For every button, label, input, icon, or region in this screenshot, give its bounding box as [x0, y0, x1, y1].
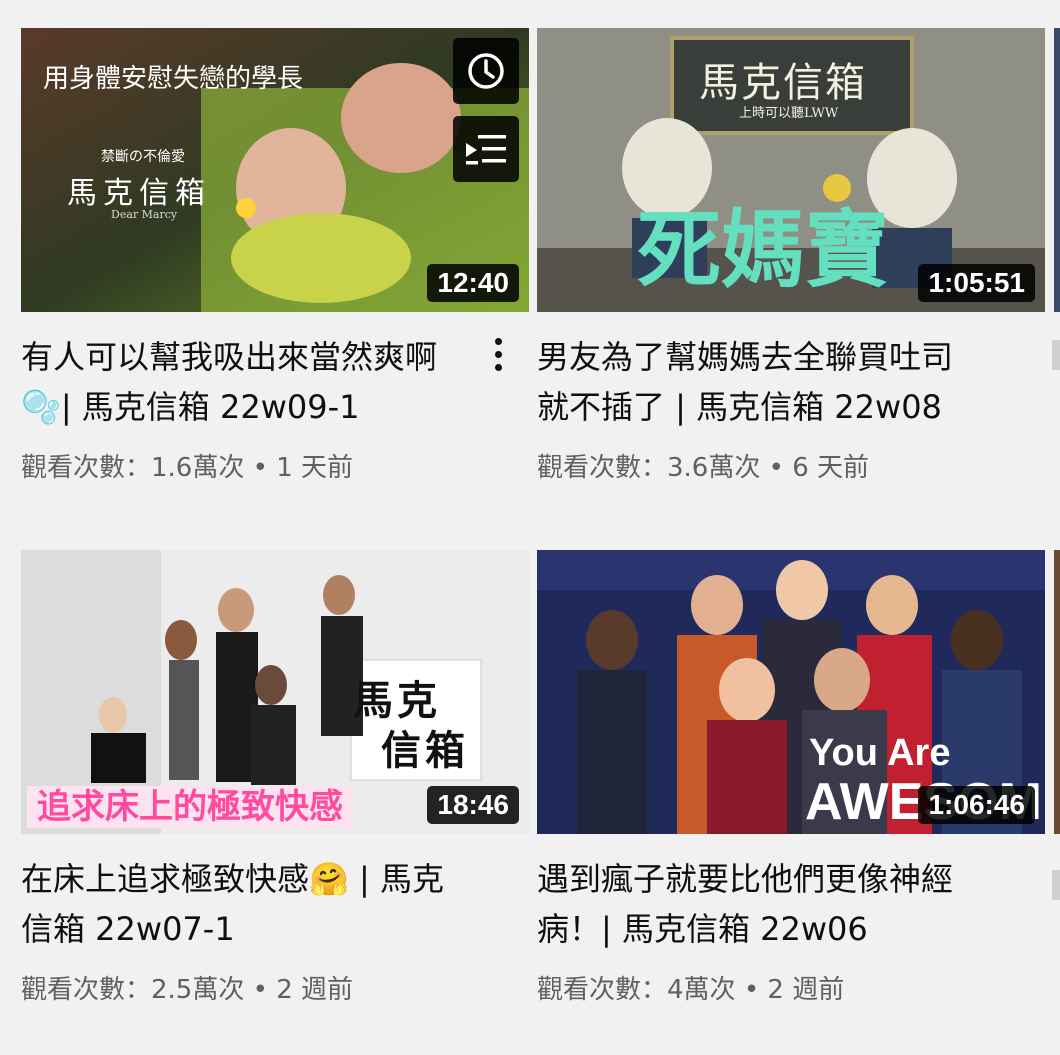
watch-later-button[interactable]: [453, 38, 519, 104]
video-card[interactable]: 用身體安慰失戀的學長 禁斷の不倫愛 馬克信箱 Dear Marcy 12:40 …: [21, 28, 529, 483]
video-metadata: 觀看次數：2.5萬次 • 2 週前: [21, 970, 353, 1010]
video-title[interactable]: 在床上追求極致快感🤗 | 馬克信箱 22w07-1: [21, 854, 461, 954]
video-thumbnail[interactable]: 用身體安慰失戀的學長 禁斷の不倫愛 馬克信箱 Dear Marcy 12:40: [21, 28, 529, 312]
upload-age: 2 週前: [767, 975, 845, 1005]
thumbnail-subtitle: 上時可以聽LWW: [739, 106, 839, 121]
video-thumbnail[interactable]: 馬克信箱 上時可以聽LWW 死媽寶 1:05:51: [537, 28, 1045, 312]
video-metadata: 觀看次數：4萬次 • 2 週前: [537, 970, 844, 1010]
meta-separator: •: [252, 453, 268, 483]
view-count: 觀看次數：4萬次: [537, 975, 736, 1005]
video-thumbnail[interactable]: 馬克 信箱 追求床上的極致快感 18:46: [21, 550, 529, 834]
video-card[interactable]: 馬克 信箱 追求床上的極致快感 18:46 在床上追求極致快感🤗 | 馬克信箱 …: [21, 550, 529, 1005]
next-card-title-peek: [1052, 870, 1060, 900]
video-thumbnail[interactable]: You Are AWESOME 1:06:46: [537, 550, 1045, 834]
next-card-thumbnail-peek[interactable]: [1054, 28, 1060, 312]
more-vert-icon[interactable]: [483, 332, 513, 376]
thumbnail-logo: 馬克信箱: [67, 176, 211, 211]
next-card-title-peek: [1052, 340, 1060, 370]
view-count: 觀看次數：2.5萬次: [21, 975, 245, 1005]
video-title[interactable]: 遇到瘋子就要比他們更像神經病！| 馬克信箱 22w06: [537, 854, 977, 954]
video-duration: 1:06:46: [918, 786, 1035, 824]
add-to-queue-button[interactable]: [453, 116, 519, 182]
thumbnail-line1: You Are: [809, 732, 951, 774]
view-count: 觀看次數：3.6萬次: [537, 453, 761, 483]
video-metadata: 觀看次數：1.6萬次 • 1 天前: [21, 448, 353, 488]
video-duration: 12:40: [427, 264, 519, 302]
upload-age: 2 週前: [276, 975, 354, 1005]
video-card[interactable]: You Are AWESOME 1:06:46 遇到瘋子就要比他們更像神經病！|…: [537, 550, 1045, 1005]
meta-separator: •: [252, 975, 268, 1005]
upload-age: 1 天前: [276, 453, 354, 483]
video-duration: 18:46: [427, 786, 519, 824]
thumbnail-logo-en: Dear Marcy: [111, 208, 178, 221]
queue-icon: [466, 135, 506, 165]
video-metadata: 觀看次數：3.6萬次 • 6 天前: [537, 448, 869, 488]
thumbnail-caption: 用身體安慰失戀的學長: [43, 64, 304, 94]
thumbnail-logo-line2: 信箱: [381, 727, 469, 774]
view-count: 觀看次數：1.6萬次: [21, 453, 245, 483]
video-title[interactable]: 有人可以幫我吸出來當然爽啊🫧| 馬克信箱 22w09-1: [21, 332, 461, 432]
thumbnail-banner: 追求床上的極致快感: [27, 786, 353, 828]
video-title[interactable]: 男友為了幫媽媽去全聯買吐司就不插了 | 馬克信箱 22w08: [537, 332, 977, 432]
clock-icon: [468, 53, 504, 89]
thumbnail-subtitle: 禁斷の不倫愛: [101, 149, 185, 165]
upload-age: 6 天前: [792, 453, 870, 483]
meta-separator: •: [768, 453, 784, 483]
meta-separator: •: [743, 975, 760, 1005]
video-card[interactable]: 馬克信箱 上時可以聽LWW 死媽寶 1:05:51 男友為了幫媽媽去全聯買吐司就…: [537, 28, 1045, 483]
thumbnail-headline: 死媽寶: [637, 201, 890, 299]
next-card-thumbnail-peek[interactable]: [1054, 550, 1060, 834]
video-duration: 1:05:51: [918, 264, 1035, 302]
thumbnail-logo: 馬克信箱: [699, 60, 867, 106]
